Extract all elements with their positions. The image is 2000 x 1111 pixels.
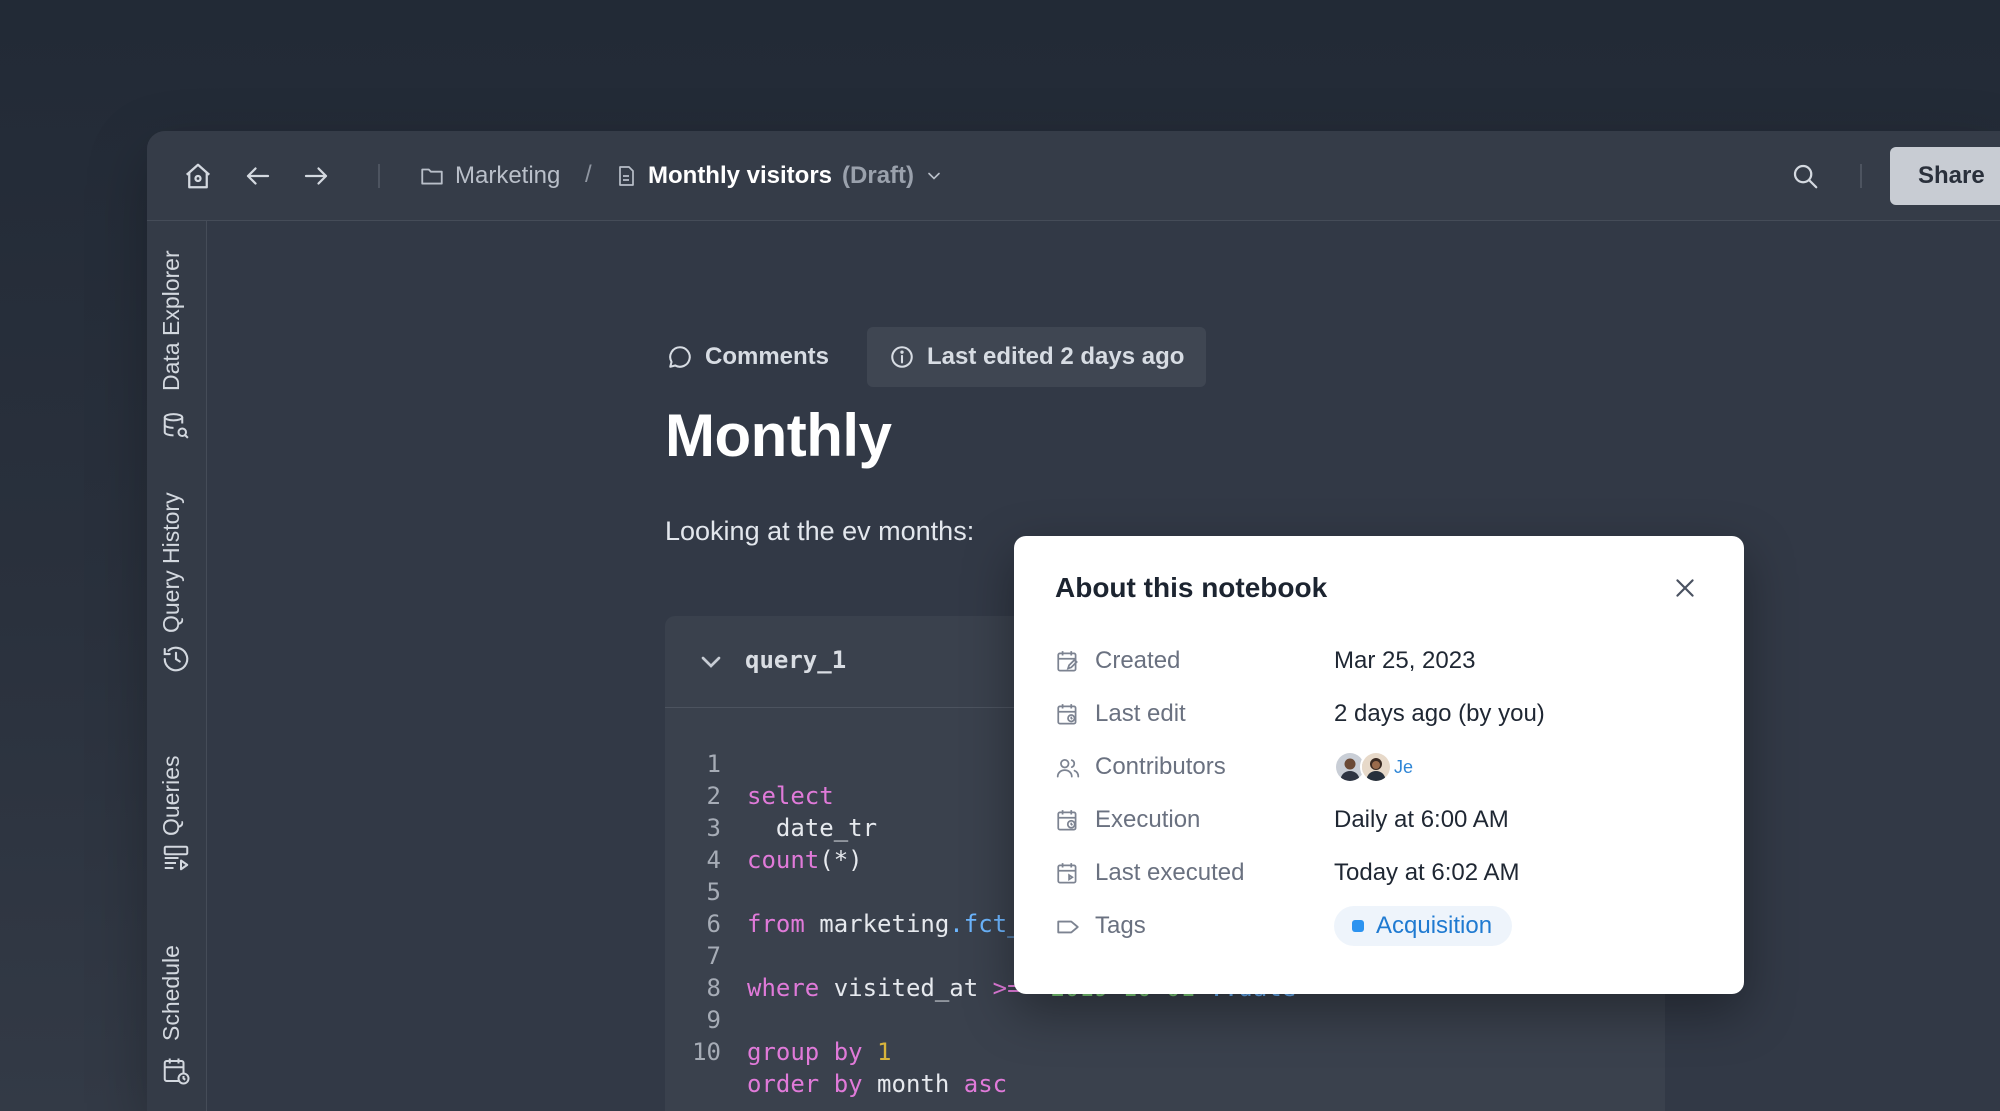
code-token: asc	[963, 1070, 1008, 1098]
code-line: 10 order by month asc	[665, 1004, 1665, 1098]
database-search-icon	[161, 411, 191, 441]
rail-item-queries[interactable]: Queries	[147, 701, 207, 881]
popover-title: About this notebook	[1055, 572, 1328, 603]
chevron-down-icon[interactable]	[924, 166, 944, 186]
side-rail: Data Explorer Query History Queries Sche…	[147, 221, 207, 1111]
meta-row-last-edit: Last edit 2 days ago (by you)	[1055, 694, 1715, 734]
notebook-title[interactable]: Monthly	[665, 401, 892, 470]
home-icon[interactable]	[180, 158, 216, 194]
line-number: 10	[692, 1038, 721, 1066]
rail-item-schedule[interactable]: Schedule	[147, 891, 207, 1091]
last-edited-button[interactable]: Last edited 2 days ago	[867, 327, 1207, 387]
folder-icon	[419, 163, 445, 189]
tag-icon	[1055, 914, 1081, 940]
document-icon	[614, 164, 638, 188]
meta-row-created: Created Mar 25, 2023	[1055, 641, 1715, 681]
contributor-initials[interactable]: Je	[1394, 757, 1413, 778]
meta-value: Today at 6:02 AM	[1334, 859, 1520, 886]
history-icon	[161, 644, 191, 674]
breadcrumb-folder[interactable]: Marketing	[419, 157, 560, 195]
code-token: month	[862, 1070, 964, 1098]
breadcrumb-folder-label: Marketing	[455, 162, 561, 189]
about-notebook-popover: About this notebook Created Mar 25, 2023…	[1014, 536, 1744, 994]
meta-label: Tags	[1095, 912, 1146, 939]
close-icon[interactable]	[1669, 572, 1701, 604]
share-button[interactable]: Share	[1890, 147, 2000, 205]
calendar-clock-icon	[161, 1056, 191, 1086]
users-icon	[1055, 755, 1081, 781]
comments-button[interactable]: Comments	[647, 327, 851, 387]
info-icon	[889, 344, 915, 370]
rail-label-query-history: Query History	[158, 492, 184, 633]
query-list-icon	[161, 843, 191, 873]
rail-label-queries: Queries	[158, 755, 184, 836]
calendar-arrow-icon	[1055, 861, 1081, 887]
breadcrumb-separator: /	[585, 161, 592, 188]
rail-label-schedule: Schedule	[158, 945, 184, 1041]
calendar-clock-icon	[1055, 808, 1081, 834]
meta-label: Contributors	[1095, 753, 1226, 780]
meta-label: Execution	[1095, 806, 1201, 833]
tag-color-dot	[1352, 920, 1364, 932]
rail-label-data-explorer: Data Explorer	[158, 250, 184, 391]
meta-row-execution: Execution Daily at 6:00 AM	[1055, 800, 1715, 840]
top-bar: Marketing / Monthly visitors (Draft) Sha…	[147, 131, 2000, 221]
meta-row-last-executed: Last executed Today at 6:02 AM	[1055, 853, 1715, 893]
meta-label: Last executed	[1095, 859, 1245, 886]
notebook-status: (Draft)	[842, 162, 915, 189]
arrow-left-icon[interactable]	[240, 158, 276, 194]
meta-row-tags: Tags Acquisition	[1055, 906, 1715, 946]
meta-value: Mar 25, 2023	[1334, 647, 1476, 674]
calendar-history-icon	[1055, 702, 1081, 728]
arrow-right-icon[interactable]	[298, 158, 334, 194]
tag-chip[interactable]: Acquisition	[1334, 906, 1513, 946]
app-window: Marketing / Monthly visitors (Draft) Sha…	[147, 131, 2000, 1111]
rail-item-query-history[interactable]: Query History	[147, 461, 207, 691]
comment-icon	[667, 344, 693, 370]
toolbar-divider	[378, 164, 380, 188]
code-token: 1	[862, 1038, 892, 1066]
rail-item-data-explorer[interactable]: Data Explorer	[147, 221, 207, 451]
tag-label: Acquisition	[1376, 912, 1493, 939]
meta-value: 2 days ago (by you)	[1334, 700, 1545, 727]
meta-label: Created	[1095, 647, 1181, 674]
avatar[interactable]	[1360, 751, 1392, 783]
search-icon[interactable]	[1787, 158, 1823, 194]
code-token: order by	[747, 1070, 863, 1098]
meta-label: Last edit	[1095, 700, 1186, 727]
calendar-edit-icon	[1055, 649, 1081, 675]
breadcrumb-notebook[interactable]: Monthly visitors (Draft)	[614, 157, 944, 195]
meta-row-contributors: Contributors Je	[1055, 747, 1715, 787]
notebook-title-crumb: Monthly visitors	[648, 162, 833, 189]
comments-label: Comments	[705, 343, 830, 370]
chevron-down-icon[interactable]	[695, 646, 727, 678]
cell-name[interactable]: query_1	[745, 646, 846, 674]
toolbar-divider	[1860, 164, 1862, 188]
last-edited-label: Last edited 2 days ago	[927, 343, 1185, 370]
meta-value: Daily at 6:00 AM	[1334, 806, 1509, 833]
contributor-avatars[interactable]: Je	[1334, 749, 1413, 785]
